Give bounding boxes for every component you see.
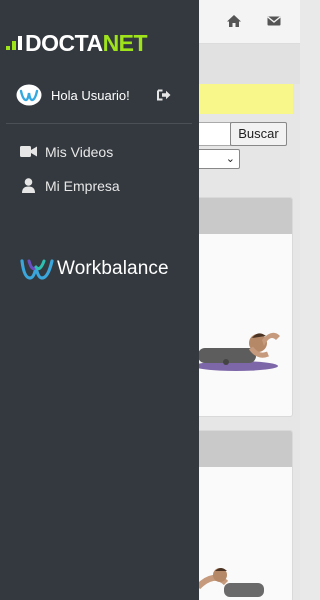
menu-item-mi-empresa[interactable]: Mi Empresa	[20, 175, 180, 197]
avatar	[16, 84, 42, 106]
workbalance-name: Workbalance	[57, 258, 169, 279]
search-button[interactable]: Buscar	[230, 122, 287, 146]
drawer-divider	[6, 123, 192, 124]
user-greeting: Hola Usuario!	[51, 88, 130, 103]
user-icon	[22, 178, 35, 193]
workbalance-w-icon	[20, 259, 54, 280]
user-row[interactable]: Hola Usuario!	[16, 83, 176, 109]
workbalance-link[interactable]: Workbalance	[20, 255, 190, 283]
logout-icon[interactable]	[157, 88, 171, 102]
video-card[interactable]	[195, 197, 293, 417]
exercise-thumbnail	[196, 568, 264, 597]
search-input[interactable]	[195, 122, 231, 146]
video-camera-icon	[20, 146, 37, 157]
menu-item-mis-videos[interactable]: Mis Videos	[20, 141, 180, 163]
side-drawer: DOCTANET Hola Usuario! Mis Videos Mi Emp…	[0, 0, 199, 600]
video-card-header	[196, 198, 292, 234]
doctanet-logo: DOCTANET	[6, 30, 148, 56]
video-card-header	[196, 431, 292, 467]
filter-select[interactable]: ⌄	[195, 149, 240, 169]
menu-item-label: Mi Empresa	[45, 178, 120, 194]
chevron-down-icon: ⌄	[225, 153, 235, 165]
menu-item-label: Mis Videos	[45, 144, 114, 160]
exercise-thumbnail	[196, 332, 280, 371]
mail-icon[interactable]	[266, 13, 282, 29]
svg-text:DOCTANET: DOCTANET	[25, 30, 148, 56]
video-card[interactable]	[195, 430, 293, 600]
home-icon[interactable]	[226, 13, 242, 29]
